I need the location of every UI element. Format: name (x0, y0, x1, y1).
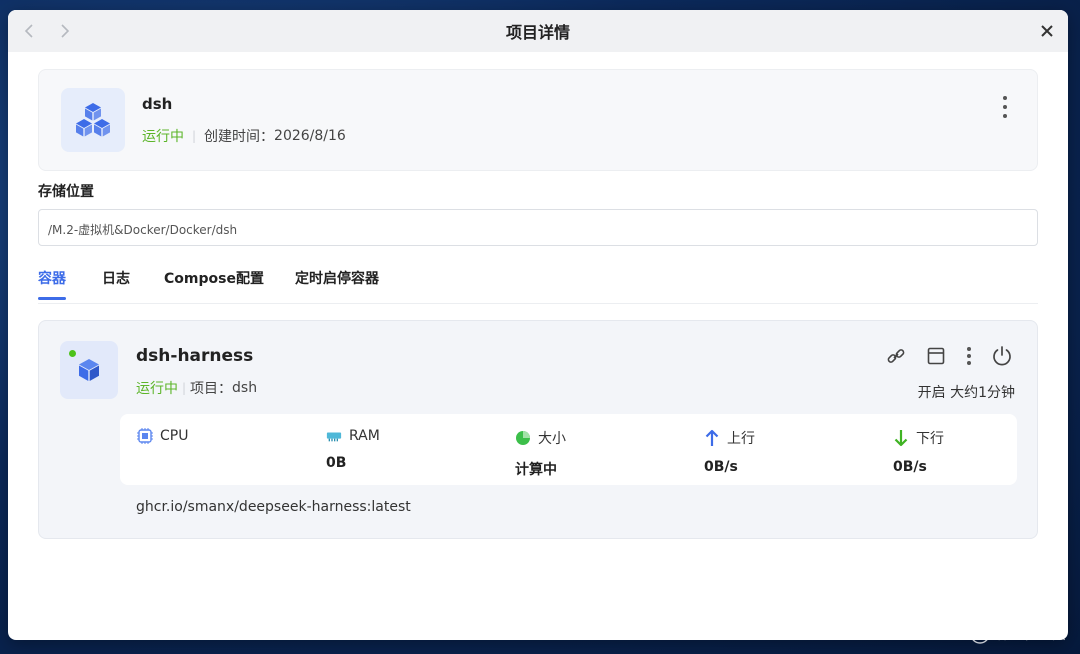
ram-icon (326, 428, 342, 444)
arrow-down-icon (893, 430, 909, 447)
uptime-text: 开启 大约1分钟 (917, 385, 1015, 401)
svg-text:值: 值 (975, 628, 985, 641)
more-vertical-icon (1003, 96, 1007, 100)
container-card[interactable]: dsh-harness 运行中 | 项目： dsh 开启 大约1分钟 CPU R… (38, 320, 1038, 539)
container-image-name: ghcr.io/smanx/deepseek-harness:latest (136, 499, 411, 515)
stat-download-label: 下行 (916, 431, 944, 447)
pie-chart-icon (515, 430, 531, 446)
stat-size: 大小 计算中 (515, 428, 566, 479)
more-vertical-icon (967, 347, 971, 351)
power-button[interactable] (991, 345, 1013, 367)
cpu-icon (137, 428, 153, 444)
link-button[interactable] (885, 345, 907, 367)
created-value: 2026/8/16 (274, 128, 346, 144)
close-icon (1041, 25, 1053, 37)
stat-upload: 上行 0B/s (704, 428, 755, 475)
created-label: 创建时间： (204, 129, 275, 145)
container-icon (60, 341, 118, 399)
stat-download-value: 0B/s (893, 459, 927, 475)
stat-upload-label: 上行 (727, 431, 755, 447)
nav-buttons (20, 22, 74, 40)
chevron-left-icon (24, 24, 33, 38)
tab-bar: 容器 日志 Compose配置 定时启停容器 (38, 264, 1038, 304)
container-actions (885, 345, 1013, 367)
tab-scheduled-start-stop[interactable]: 定时启停容器 (295, 268, 379, 300)
title-bar: 项目详情 (8, 10, 1068, 52)
project-meta: 运行中 | 创建时间： 2026/8/16 (142, 126, 346, 146)
chevron-right-icon (61, 24, 70, 38)
stat-upload-value: 0B/s (704, 459, 738, 475)
project-name: dsh (142, 95, 173, 113)
divider: | (182, 381, 187, 395)
back-button[interactable] (20, 22, 38, 40)
container-status: 运行中 (136, 381, 178, 397)
terminal-window-button[interactable] (925, 345, 947, 367)
running-indicator-dot (69, 350, 76, 357)
stat-size-label: 大小 (538, 431, 566, 447)
divider: | (192, 129, 197, 143)
project-icon (61, 88, 125, 152)
project-detail-window: 项目详情 dsh 运行中 | 创建时间： 2026/8/16 存储位置 /M.2… (8, 10, 1068, 640)
stat-cpu: CPU (137, 428, 188, 455)
storage-label: 存储位置 (38, 184, 94, 200)
cubes-icon (76, 103, 110, 137)
watermark-logo-icon: 值 (970, 624, 990, 644)
site-watermark: 值 什么值得买 (970, 624, 1066, 644)
container-stats-panel: CPU RAM 0B 大小 计算中 上行 0B/s 下行 0B/s (120, 414, 1017, 485)
tab-logs[interactable]: 日志 (102, 268, 130, 300)
stat-ram: RAM 0B (326, 428, 380, 471)
power-icon (993, 346, 1011, 366)
project-more-button[interactable] (999, 96, 1011, 118)
container-meta: 运行中 | 项目： dsh (136, 378, 257, 398)
forward-button[interactable] (56, 22, 74, 40)
tab-compose-config[interactable]: Compose配置 (164, 268, 264, 300)
stat-cpu-label: CPU (160, 428, 189, 444)
link-icon (887, 349, 905, 363)
project-status: 运行中 (142, 129, 184, 145)
container-more-button[interactable] (965, 347, 973, 365)
stat-ram-value: 0B (326, 455, 347, 471)
container-project-value: dsh (232, 380, 258, 396)
tab-containers[interactable]: 容器 (38, 268, 66, 300)
window-icon (927, 347, 945, 365)
container-name: dsh-harness (136, 346, 254, 366)
storage-path-field[interactable]: /M.2-虚拟机&Docker/Docker/dsh (38, 209, 1038, 246)
stat-ram-label: RAM (349, 428, 380, 444)
stat-download: 下行 0B/s (893, 428, 944, 475)
arrow-up-icon (704, 429, 720, 446)
window-title: 项目详情 (505, 23, 570, 42)
watermark-text: 什么值得买 (996, 627, 1066, 643)
container-project-label: 项目： (190, 381, 233, 397)
close-button[interactable] (1038, 22, 1056, 40)
stat-size-value: 计算中 (515, 462, 557, 478)
project-card: dsh 运行中 | 创建时间： 2026/8/16 (38, 69, 1038, 171)
cube-icon (79, 359, 99, 381)
